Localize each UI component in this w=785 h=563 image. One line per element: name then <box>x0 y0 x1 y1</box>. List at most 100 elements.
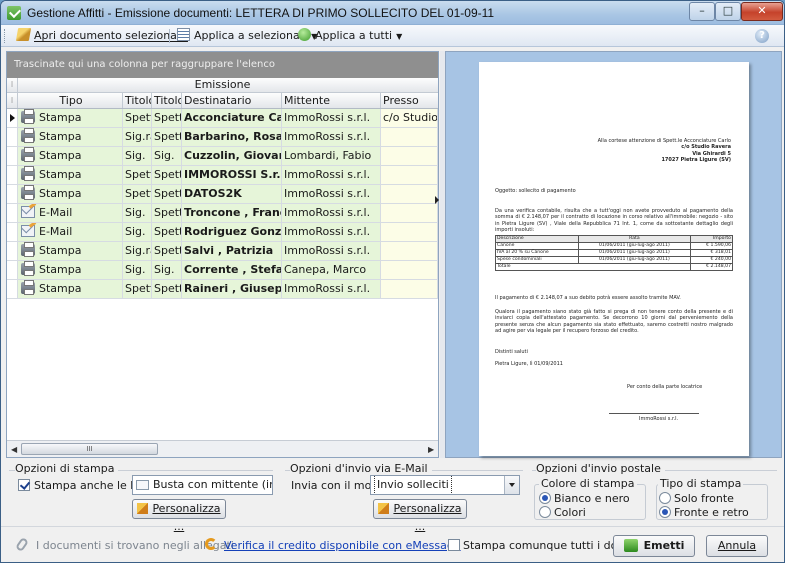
print-envelopes-checkbox[interactable] <box>18 479 30 491</box>
credit-link[interactable]: Verifica il credito disponibile con eMes… <box>224 539 461 552</box>
cell-titolo-l[interactable]: Spett.l <box>152 280 182 298</box>
envelope-mode-select[interactable]: Busta con mittente (ins. ve <box>132 475 273 495</box>
type-front-radio[interactable] <box>659 492 671 504</box>
cell-destinatario[interactable]: Acconciature Carlo <box>182 109 282 127</box>
group-by-hint[interactable]: Trascinate qui una colonna per raggruppa… <box>7 52 438 78</box>
cell-titolo-d[interactable]: Spett.l <box>123 109 152 127</box>
cell-mittente[interactable]: Lombardi, Fabio <box>282 147 381 165</box>
help-icon[interactable]: ? <box>755 29 769 43</box>
cell-titolo-d[interactable]: Sig. <box>123 261 152 279</box>
column-header-mittente[interactable]: Mittente <box>282 93 381 108</box>
scroll-thumb[interactable]: III <box>21 443 158 455</box>
cell-destinatario[interactable]: Corrente , Stefano <box>182 261 282 279</box>
column-header-titolo-d[interactable]: Titolo d <box>123 93 152 108</box>
cell-tipo[interactable]: E-Mail <box>18 223 123 241</box>
cell-destinatario[interactable]: Barbarino, Rosa <box>182 128 282 146</box>
cell-mittente[interactable]: ImmoRossi s.r.l. <box>282 128 381 146</box>
cell-mittente[interactable]: ImmoRossi s.r.l. <box>282 109 381 127</box>
cell-presso[interactable] <box>381 185 438 203</box>
cell-mittente[interactable]: Canepa, Marco <box>282 261 381 279</box>
cell-titolo-l[interactable]: Spett.l <box>152 185 182 203</box>
cell-mittente[interactable]: ImmoRossi s.r.l. <box>282 204 381 222</box>
cell-presso[interactable] <box>381 128 438 146</box>
table-row[interactable]: Stampa Spett.l Spett.l IMMOROSSI S.r.l. … <box>7 166 438 185</box>
cell-mittente[interactable]: ImmoRossi s.r.l. <box>282 223 381 241</box>
cell-mittente[interactable]: ImmoRossi s.r.l. <box>282 280 381 298</box>
apply-selected-button[interactable]: Applica a selezionati ▼ <box>177 28 317 44</box>
type-duplex-label[interactable]: Fronte e retro <box>674 506 749 519</box>
cell-titolo-l[interactable]: Spett.l <box>152 109 182 127</box>
cell-presso[interactable] <box>381 280 438 298</box>
cell-tipo[interactable]: Stampa <box>18 185 123 203</box>
table-row[interactable]: E-Mail Sig. Spett.l Troncone , Francesco… <box>7 204 438 223</box>
splitter-arrow-icon[interactable] <box>435 196 439 204</box>
type-duplex-radio[interactable] <box>659 506 671 518</box>
table-row[interactable]: Stampa Spett.l Spett.l Raineri , Giusepp… <box>7 280 438 299</box>
cell-titolo-l[interactable]: Sig. <box>152 261 182 279</box>
cell-titolo-d[interactable]: Spett.l <box>123 280 152 298</box>
chevron-down-icon[interactable] <box>504 476 519 494</box>
scroll-right-icon[interactable]: ▶ <box>428 445 434 454</box>
emit-button[interactable]: Emetti <box>613 535 695 557</box>
cell-presso[interactable] <box>381 147 438 165</box>
cell-destinatario[interactable]: Salvi , Patrizia <box>182 242 282 260</box>
cell-presso[interactable] <box>381 242 438 260</box>
cell-destinatario[interactable]: Cuzzolin, Giovanni <box>182 147 282 165</box>
table-row[interactable]: Stampa Spett.l Spett.l Acconciature Carl… <box>7 109 438 128</box>
cell-titolo-d[interactable]: Sig. <box>123 147 152 165</box>
cell-destinatario[interactable]: IMMOROSSI S.r.l. <box>182 166 282 184</box>
email-model-select[interactable]: Invio solleciti <box>370 475 520 495</box>
cell-destinatario[interactable]: Rodriguez Gonzalez, <box>182 223 282 241</box>
cell-titolo-l[interactable]: Spett.l <box>152 223 182 241</box>
horizontal-scrollbar[interactable]: ◀ III ▶ <box>7 440 438 457</box>
cell-titolo-d[interactable]: Spett.l <box>123 166 152 184</box>
cell-tipo[interactable]: Stampa <box>18 280 123 298</box>
cell-presso[interactable] <box>381 223 438 241</box>
customize-email-button[interactable]: Personalizza ... <box>373 499 467 533</box>
column-header-titolo-l[interactable]: Titolo l <box>152 93 182 108</box>
column-chooser-icon[interactable]: ⁝ <box>7 93 18 108</box>
cell-titolo-l[interactable]: Spett.l <box>152 242 182 260</box>
table-row[interactable]: E-Mail Sig. Spett.l Rodriguez Gonzalez, … <box>7 223 438 242</box>
cell-tipo[interactable]: E-Mail <box>18 204 123 222</box>
print-all-checkbox[interactable] <box>448 539 460 551</box>
table-row[interactable]: Stampa Sig. Sig. Corrente , Stefano Cane… <box>7 261 438 280</box>
cell-tipo[interactable]: Stampa <box>18 147 123 165</box>
document-preview[interactable]: Alla cortese attenzione di Spett.le Acco… <box>445 51 782 458</box>
type-front-label[interactable]: Solo fronte <box>674 492 734 505</box>
cell-mittente[interactable]: ImmoRossi s.r.l. <box>282 242 381 260</box>
cell-destinatario[interactable]: DATOS2K <box>182 185 282 203</box>
cell-tipo[interactable]: Stampa <box>18 166 123 184</box>
cell-titolo-l[interactable]: Spett.l <box>152 166 182 184</box>
table-row[interactable]: Stampa Sig. Sig. Cuzzolin, Giovanni Lomb… <box>7 147 438 166</box>
cell-titolo-d[interactable]: Spett.l <box>123 185 152 203</box>
maximize-button[interactable]: □ <box>715 2 741 21</box>
cell-tipo[interactable]: Stampa <box>18 261 123 279</box>
cell-destinatario[interactable]: Raineri , Giuseppe <box>182 280 282 298</box>
cell-titolo-d[interactable]: Sig.ra <box>123 242 152 260</box>
cell-titolo-d[interactable]: Sig. <box>123 223 152 241</box>
cell-presso[interactable] <box>381 261 438 279</box>
cell-presso[interactable] <box>381 204 438 222</box>
toolbar-grip[interactable] <box>4 29 7 43</box>
customize-print-button[interactable]: Personalizza ... <box>132 499 226 533</box>
minimize-button[interactable]: – <box>689 2 715 21</box>
color-bw-label[interactable]: Bianco e nero <box>554 492 630 505</box>
close-button[interactable]: ✕ <box>741 2 783 21</box>
cell-titolo-d[interactable]: Sig. <box>123 204 152 222</box>
cell-tipo[interactable]: Stampa <box>18 242 123 260</box>
open-selected-button[interactable]: Apri documento selezionato <box>15 28 188 44</box>
column-header-tipo[interactable]: Tipo <box>18 93 123 108</box>
color-bw-radio[interactable] <box>539 492 551 504</box>
column-header-presso[interactable]: Presso <box>381 93 438 108</box>
table-row[interactable]: Stampa Sig.ra Spett.l Barbarino, Rosa Im… <box>7 128 438 147</box>
column-header-destinatario[interactable]: Destinatario <box>182 93 282 108</box>
cell-titolo-d[interactable]: Sig.ra <box>123 128 152 146</box>
cell-presso[interactable]: c/o Studio Ra <box>381 109 438 127</box>
cell-tipo[interactable]: Stampa <box>18 109 123 127</box>
cell-mittente[interactable]: ImmoRossi s.r.l. <box>282 166 381 184</box>
band-indicator-icon[interactable]: ⁝ <box>7 78 18 92</box>
color-color-label[interactable]: Colori <box>554 506 586 519</box>
cell-mittente[interactable]: ImmoRossi s.r.l. <box>282 185 381 203</box>
cell-titolo-l[interactable]: Spett.l <box>152 204 182 222</box>
